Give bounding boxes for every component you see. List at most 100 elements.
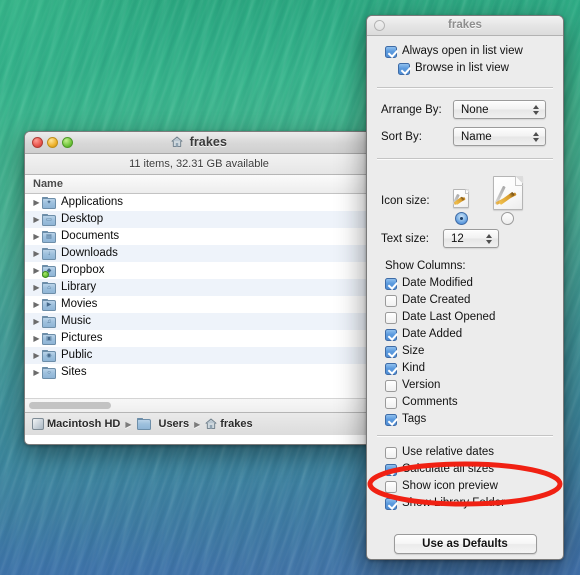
disclosure-triangle-icon[interactable]: ▶: [31, 245, 42, 262]
checkbox-box[interactable]: [385, 413, 397, 426]
stepper-arrows-icon[interactable]: [486, 233, 492, 244]
show-columns-list[interactable]: Date Modified Date Created Date Last Opene…: [385, 275, 563, 428]
checkbox-comments[interactable]: Comments: [385, 394, 563, 411]
horizontal-scrollbar-thumb[interactable]: [29, 402, 111, 409]
checkbox-size[interactable]: Size: [385, 343, 563, 360]
checkbox-box[interactable]: [385, 45, 397, 58]
radio-icon-size-large[interactable]: [501, 212, 514, 225]
documents-folder-icon: ▤: [42, 230, 56, 243]
checkbox-show-icon-preview[interactable]: Show icon preview: [385, 478, 563, 495]
stepper-arrows-icon[interactable]: [533, 131, 539, 142]
checkbox-always-open-in-list-view[interactable]: Always open in list view: [385, 43, 563, 60]
disclosure-triangle-icon[interactable]: ▶: [31, 262, 42, 279]
text-size-value: 12: [451, 232, 464, 245]
checkbox-date-created[interactable]: Date Created: [385, 292, 563, 309]
field-text-size[interactable]: Text size: 12: [367, 229, 563, 248]
checkbox-label: Date Modified: [402, 277, 473, 289]
file-list-row[interactable]: ▶ ⌂ Library: [25, 279, 373, 296]
path-segment[interactable]: Macintosh HD: [32, 418, 120, 430]
disclosure-triangle-icon[interactable]: ▶: [31, 313, 42, 330]
checkbox-label: Date Added: [402, 328, 463, 340]
file-list-row[interactable]: ▶ ✦ Applications: [25, 194, 373, 211]
file-list-row[interactable]: ▶ ▤ Documents: [25, 228, 373, 245]
checkbox-browse-in-list-view[interactable]: Browse in list view: [385, 60, 563, 77]
checkbox-label: Always open in list view: [402, 45, 523, 57]
finder-titlebar[interactable]: frakes: [25, 132, 373, 154]
checkbox-use-relative-dates[interactable]: Use relative dates: [385, 444, 563, 461]
file-name: Music: [61, 315, 92, 327]
small-document-icon[interactable]: [452, 189, 469, 208]
checkbox-date-modified[interactable]: Date Modified: [385, 275, 563, 292]
minimize-button[interactable]: [47, 137, 58, 148]
path-segment[interactable]: Users: [136, 418, 190, 430]
close-icon[interactable]: [374, 20, 385, 31]
checkbox-box[interactable]: [385, 446, 397, 459]
checkbox-box[interactable]: [385, 345, 397, 358]
checkbox-calculate-all-sizes[interactable]: Calculate all sizes: [385, 461, 563, 478]
library-folder-icon: ⌂: [42, 281, 56, 294]
radio-icon-size-small[interactable]: [455, 212, 468, 225]
zoom-button[interactable]: [62, 137, 73, 148]
checkbox-label: Use relative dates: [402, 446, 495, 458]
large-document-icon[interactable]: [493, 176, 523, 210]
horizontal-scrollbar[interactable]: [25, 398, 373, 412]
finder-file-list[interactable]: ▶ ✦ Applications ▶ ▭ Desktop ▶ ▤ Documents ▶ ↓ Down…: [25, 194, 373, 398]
column-header-name[interactable]: Name: [25, 175, 373, 194]
checkbox-box[interactable]: [398, 62, 410, 75]
checkbox-box[interactable]: [385, 396, 397, 409]
checkbox-box[interactable]: [385, 480, 397, 493]
checkbox-label: Version: [402, 379, 441, 391]
checkbox-show-library-folder[interactable]: Show Library Folder: [385, 495, 563, 512]
path-bar[interactable]: Macintosh HD ▶ Users ▶ frakes: [25, 412, 373, 435]
checkbox-box[interactable]: [385, 463, 397, 476]
disclosure-triangle-icon[interactable]: ▶: [31, 296, 42, 313]
view-options-titlebar[interactable]: frakes: [367, 16, 563, 36]
disclosure-triangle-icon[interactable]: ▶: [31, 228, 42, 245]
disclosure-triangle-icon[interactable]: ▶: [31, 211, 42, 228]
disclosure-triangle-icon[interactable]: ▶: [31, 330, 42, 347]
file-name: Library: [61, 281, 97, 293]
checkbox-box[interactable]: [385, 328, 397, 341]
disclosure-triangle-icon[interactable]: ▶: [31, 347, 42, 364]
stepper-arrows-icon[interactable]: [533, 104, 539, 115]
disclosure-triangle-icon[interactable]: ▶: [31, 279, 42, 296]
file-list-row[interactable]: ▶ ▭ Desktop: [25, 211, 373, 228]
file-list-row[interactable]: ▶ ○ Sites: [25, 364, 373, 381]
field-sort-by[interactable]: Sort By: Name: [381, 125, 553, 148]
file-list-row[interactable]: ▶ ♫ Music: [25, 313, 373, 330]
file-list-row[interactable]: ▶ ◉ Public: [25, 347, 373, 364]
checkbox-box[interactable]: [385, 497, 397, 510]
checkbox-version[interactable]: Version: [385, 377, 563, 394]
finder-window[interactable]: frakes 11 items, 32.31 GB available Name…: [24, 131, 374, 445]
checkbox-date-added[interactable]: Date Added: [385, 326, 563, 343]
field-arrange-by[interactable]: Arrange By: None: [381, 98, 553, 121]
checkbox-box[interactable]: [385, 362, 397, 375]
arrange-by-select[interactable]: None: [453, 100, 546, 119]
checkbox-kind[interactable]: Kind: [385, 360, 563, 377]
checkbox-date-last-opened[interactable]: Date Last Opened: [385, 309, 563, 326]
view-options-dialog[interactable]: frakes Always open in list view Browse i…: [366, 15, 564, 560]
disclosure-triangle-icon[interactable]: ▶: [31, 364, 42, 381]
checkbox-box[interactable]: [385, 311, 397, 324]
path-segment-label: Users: [158, 418, 190, 430]
checkbox-label: Calculate all sizes: [402, 463, 495, 475]
file-list-row[interactable]: ▶ ▶ Movies: [25, 296, 373, 313]
divider: [377, 87, 553, 88]
file-list-row[interactable]: ▶ ↓ Downloads: [25, 245, 373, 262]
view-options-extra-list[interactable]: Use relative dates Calculate all sizes Sho…: [367, 444, 563, 512]
close-button[interactable]: [32, 137, 43, 148]
divider: [377, 158, 553, 159]
path-segment[interactable]: frakes: [205, 418, 253, 431]
text-size-select[interactable]: 12: [443, 229, 499, 248]
use-as-defaults-button[interactable]: Use as Defaults: [393, 534, 537, 554]
sort-by-select[interactable]: Name: [453, 127, 546, 146]
file-list-row[interactable]: ▶ ▣ Pictures: [25, 330, 373, 347]
arrange-by-value: None: [461, 103, 489, 116]
disclosure-triangle-icon[interactable]: ▶: [31, 194, 42, 211]
checkbox-box[interactable]: [385, 294, 397, 307]
checkbox-box[interactable]: [385, 379, 397, 392]
checkbox-tags[interactable]: Tags: [385, 411, 563, 428]
file-list-row[interactable]: ▶ ◆ Dropbox: [25, 262, 373, 279]
home-icon: [171, 134, 183, 155]
checkbox-box[interactable]: [385, 277, 397, 290]
